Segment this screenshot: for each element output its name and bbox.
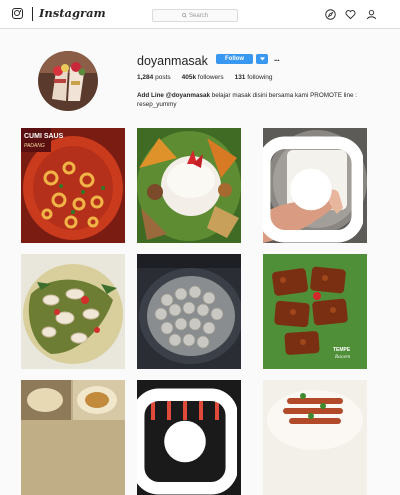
- post-tile[interactable]: [21, 380, 125, 495]
- profile-bio: Add Line @doyanmasak belajar masak disin…: [137, 91, 377, 109]
- profile-stats: 1,284 posts 405k followers 131 following: [137, 74, 273, 81]
- explore-compass-icon[interactable]: [325, 9, 336, 20]
- more-options-button[interactable]: ...: [274, 54, 280, 63]
- search-input[interactable]: Search: [152, 9, 238, 22]
- following-count: 131: [234, 74, 246, 81]
- tile-1-caption-2: PADANG: [24, 143, 45, 149]
- posts-stat: 1,284 posts: [137, 74, 171, 81]
- profile-username: doyanmasak: [137, 54, 208, 68]
- post-tile[interactable]: [137, 254, 241, 369]
- profile-person-icon[interactable]: [366, 9, 377, 20]
- instagram-wordmark[interactable]: Instagram: [39, 6, 106, 20]
- video-badge-icon: [137, 388, 237, 495]
- post-tile[interactable]: [263, 380, 367, 495]
- post-tile[interactable]: TEMPE Bacem: [263, 254, 367, 369]
- suggested-dropdown-button[interactable]: [256, 54, 268, 64]
- tile-1-caption: CUMI SAUS: [24, 133, 64, 140]
- post-tile[interactable]: [21, 254, 125, 369]
- followers-stat[interactable]: 405k followers: [182, 74, 224, 81]
- bio-name: Add Line @doyanmasak: [137, 92, 210, 99]
- posts-count: 1,284: [137, 74, 154, 81]
- following-label: following: [247, 74, 273, 81]
- posts-label: posts: [155, 74, 171, 81]
- triangle-down-icon: [259, 57, 265, 61]
- post-tile[interactable]: [137, 380, 241, 495]
- following-stat[interactable]: 131 following: [235, 74, 273, 81]
- tile-6-caption-2: Bacem: [334, 354, 350, 360]
- search-icon: [182, 13, 187, 18]
- post-tile[interactable]: [263, 128, 367, 243]
- logo-divider: [32, 7, 33, 21]
- followers-label: followers: [197, 74, 224, 81]
- video-badge-icon: [263, 136, 363, 243]
- search-placeholder: Search: [188, 12, 208, 19]
- tile-6-caption: TEMPE: [333, 347, 351, 353]
- followers-count: 405k: [181, 74, 197, 81]
- instagram-camera-icon[interactable]: [12, 8, 23, 19]
- follow-button[interactable]: Follow: [216, 54, 253, 64]
- activity-heart-icon[interactable]: [345, 9, 356, 20]
- post-tile[interactable]: [137, 128, 241, 243]
- post-tile[interactable]: CUMI SAUS PADANG: [21, 128, 125, 243]
- avatar[interactable]: [38, 51, 98, 111]
- top-navigation-bar: Instagram Search: [0, 0, 400, 29]
